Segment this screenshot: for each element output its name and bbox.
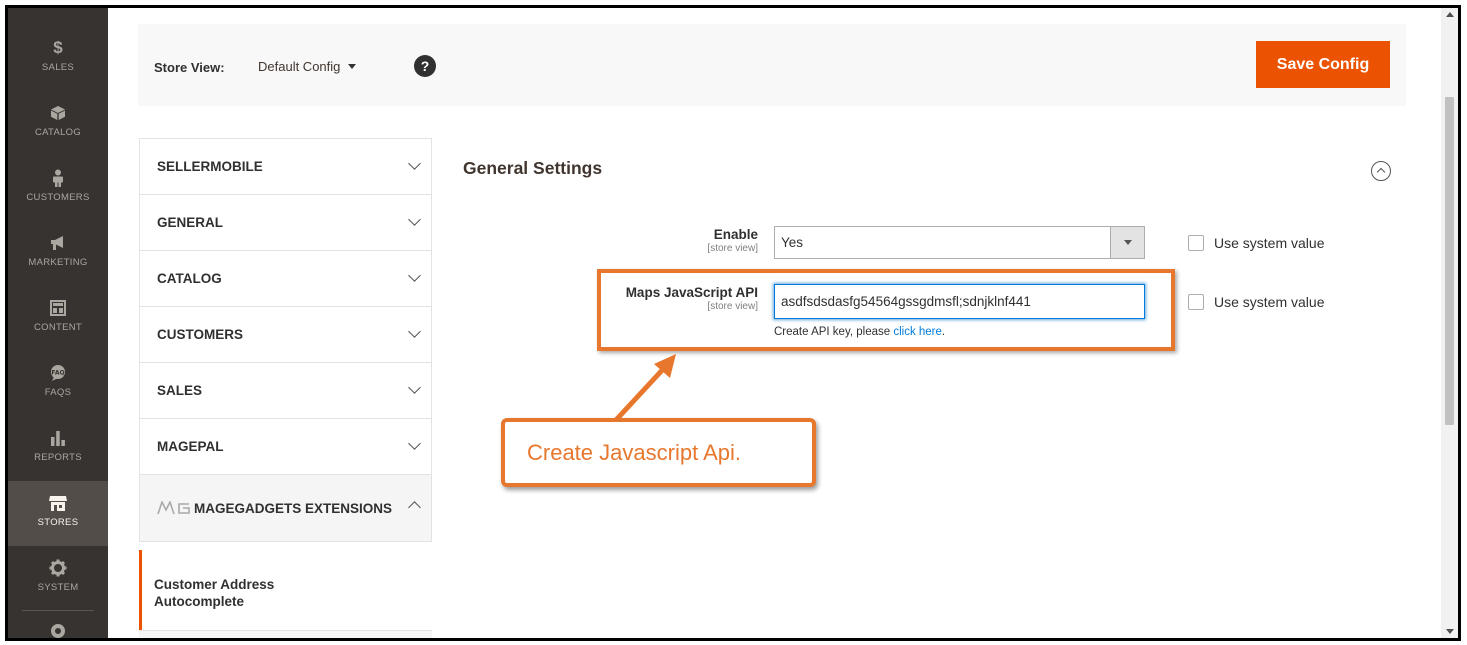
tab-label: SALES [157, 383, 203, 398]
person-icon [48, 168, 68, 188]
nav-sales[interactable]: $ SALES [8, 26, 108, 91]
use-system-value-label: Use system value [1214, 294, 1325, 310]
tab-label: MAGEPAL [157, 439, 224, 454]
chevron-down-icon [408, 325, 421, 338]
nav-extensions[interactable] [8, 611, 108, 638]
megaphone-icon [48, 233, 68, 253]
nav-system[interactable]: SYSTEM [8, 546, 108, 611]
store-view-value: Default Config [258, 59, 341, 74]
chevron-down-icon [408, 213, 421, 226]
tab-label: CUSTOMERS [157, 327, 244, 342]
store-icon [48, 493, 68, 513]
subitem-customer-address-autocomplete[interactable]: Customer Address Autocomplete [139, 550, 432, 630]
use-system-value-label: Use system value [1214, 235, 1325, 251]
bar-chart-icon [48, 428, 68, 448]
chevron-down-icon [408, 157, 421, 170]
screenshot-frame: $ SALES CATALOG CUSTOMERS MARKETING CONT… [5, 5, 1461, 641]
enable-label-text: Enable [713, 227, 758, 242]
highlight-box [597, 269, 1175, 351]
extensions-icon [48, 623, 68, 638]
enable-scope: [store view] [707, 243, 758, 254]
nav-catalog[interactable]: CATALOG [8, 91, 108, 156]
admin-sidebar: $ SALES CATALOG CUSTOMERS MARKETING CONT… [8, 8, 108, 638]
nav-label: SYSTEM [37, 582, 79, 593]
nav-customers[interactable]: CUSTOMERS [8, 156, 108, 221]
tab-customers[interactable]: CUSTOMERS [139, 306, 432, 362]
maps-api-use-system-checkbox[interactable] [1188, 294, 1204, 310]
enable-select[interactable]: Yes [774, 226, 1145, 259]
section-title: General Settings [463, 158, 603, 178]
enable-use-system-checkbox[interactable] [1188, 235, 1204, 251]
vertical-scrollbar[interactable] [1441, 8, 1458, 638]
tab-magegadgets-extensions[interactable]: MAGEGADGETS EXTENSIONS [139, 474, 432, 542]
tabs-footer [139, 630, 432, 638]
store-view-label: Store View: [154, 60, 225, 75]
svg-text:FAQ: FAQ [51, 370, 64, 377]
faq-icon: FAQ [48, 363, 68, 383]
subitem-label: Customer Address Autocomplete [154, 577, 275, 609]
nav-label: CATALOG [34, 127, 82, 138]
nav-label: MARKETING [28, 257, 88, 268]
nav-label: REPORTS [34, 452, 82, 463]
nav-reports[interactable]: REPORTS [8, 416, 108, 481]
dollar-icon: $ [53, 38, 63, 57]
tab-sales[interactable]: SALES [139, 362, 432, 418]
nav-label: CUSTOMERS [26, 192, 90, 203]
annotation-callout: Create Javascript Api. [501, 418, 816, 487]
layout-icon [48, 298, 68, 318]
nav-label: STORES [37, 517, 79, 528]
magegadgets-logo-icon [157, 501, 191, 515]
enable-use-system-value[interactable]: Use system value [1188, 235, 1324, 251]
nav-label: CONTENT [33, 322, 82, 333]
enable-select-value: Yes [781, 235, 804, 250]
tab-general[interactable]: GENERAL [139, 194, 432, 250]
help-icon[interactable]: ? [414, 55, 436, 77]
select-arrow-icon [1110, 227, 1144, 258]
gear-icon [48, 558, 68, 578]
store-view-dropdown[interactable]: Default Config [258, 59, 357, 74]
collapse-icon[interactable] [1371, 161, 1391, 181]
nav-faqs[interactable]: FAQ FAQS [8, 351, 108, 416]
tab-label: CATALOG [157, 271, 222, 286]
cube-icon [48, 103, 68, 123]
scroll-up-arrow-icon[interactable] [1446, 12, 1454, 17]
page-actions-bar: Store View: Default Config ? Save Config [138, 24, 1406, 106]
annotation-arrow [614, 354, 676, 422]
tab-catalog[interactable]: CATALOG [139, 250, 432, 306]
caret-down-icon [348, 64, 357, 69]
chevron-down-icon [408, 437, 421, 450]
chevron-down-icon [408, 381, 421, 394]
nav-marketing[interactable]: MARKETING [8, 221, 108, 286]
chevron-down-icon [408, 269, 421, 282]
enable-label: Enable [store view] [608, 227, 758, 254]
tab-label: MAGEGADGETS EXTENSIONS [194, 500, 393, 516]
scroll-down-arrow-icon[interactable] [1446, 629, 1454, 634]
tab-label: GENERAL [157, 215, 224, 230]
tab-sellermobile[interactable]: SELLERMOBILE [139, 138, 432, 194]
tab-label: SELLERMOBILE [157, 159, 263, 174]
tab-magepal[interactable]: MAGEPAL [139, 418, 432, 474]
maps-api-use-system-value[interactable]: Use system value [1188, 294, 1324, 310]
nav-label: FAQS [44, 387, 72, 398]
nav-label: SALES [41, 62, 75, 73]
nav-content[interactable]: CONTENT [8, 286, 108, 351]
chevron-up-icon [408, 501, 421, 514]
nav-stores[interactable]: STORES [8, 481, 108, 546]
scroll-thumb[interactable] [1445, 97, 1454, 425]
save-config-button[interactable]: Save Config [1256, 41, 1390, 88]
